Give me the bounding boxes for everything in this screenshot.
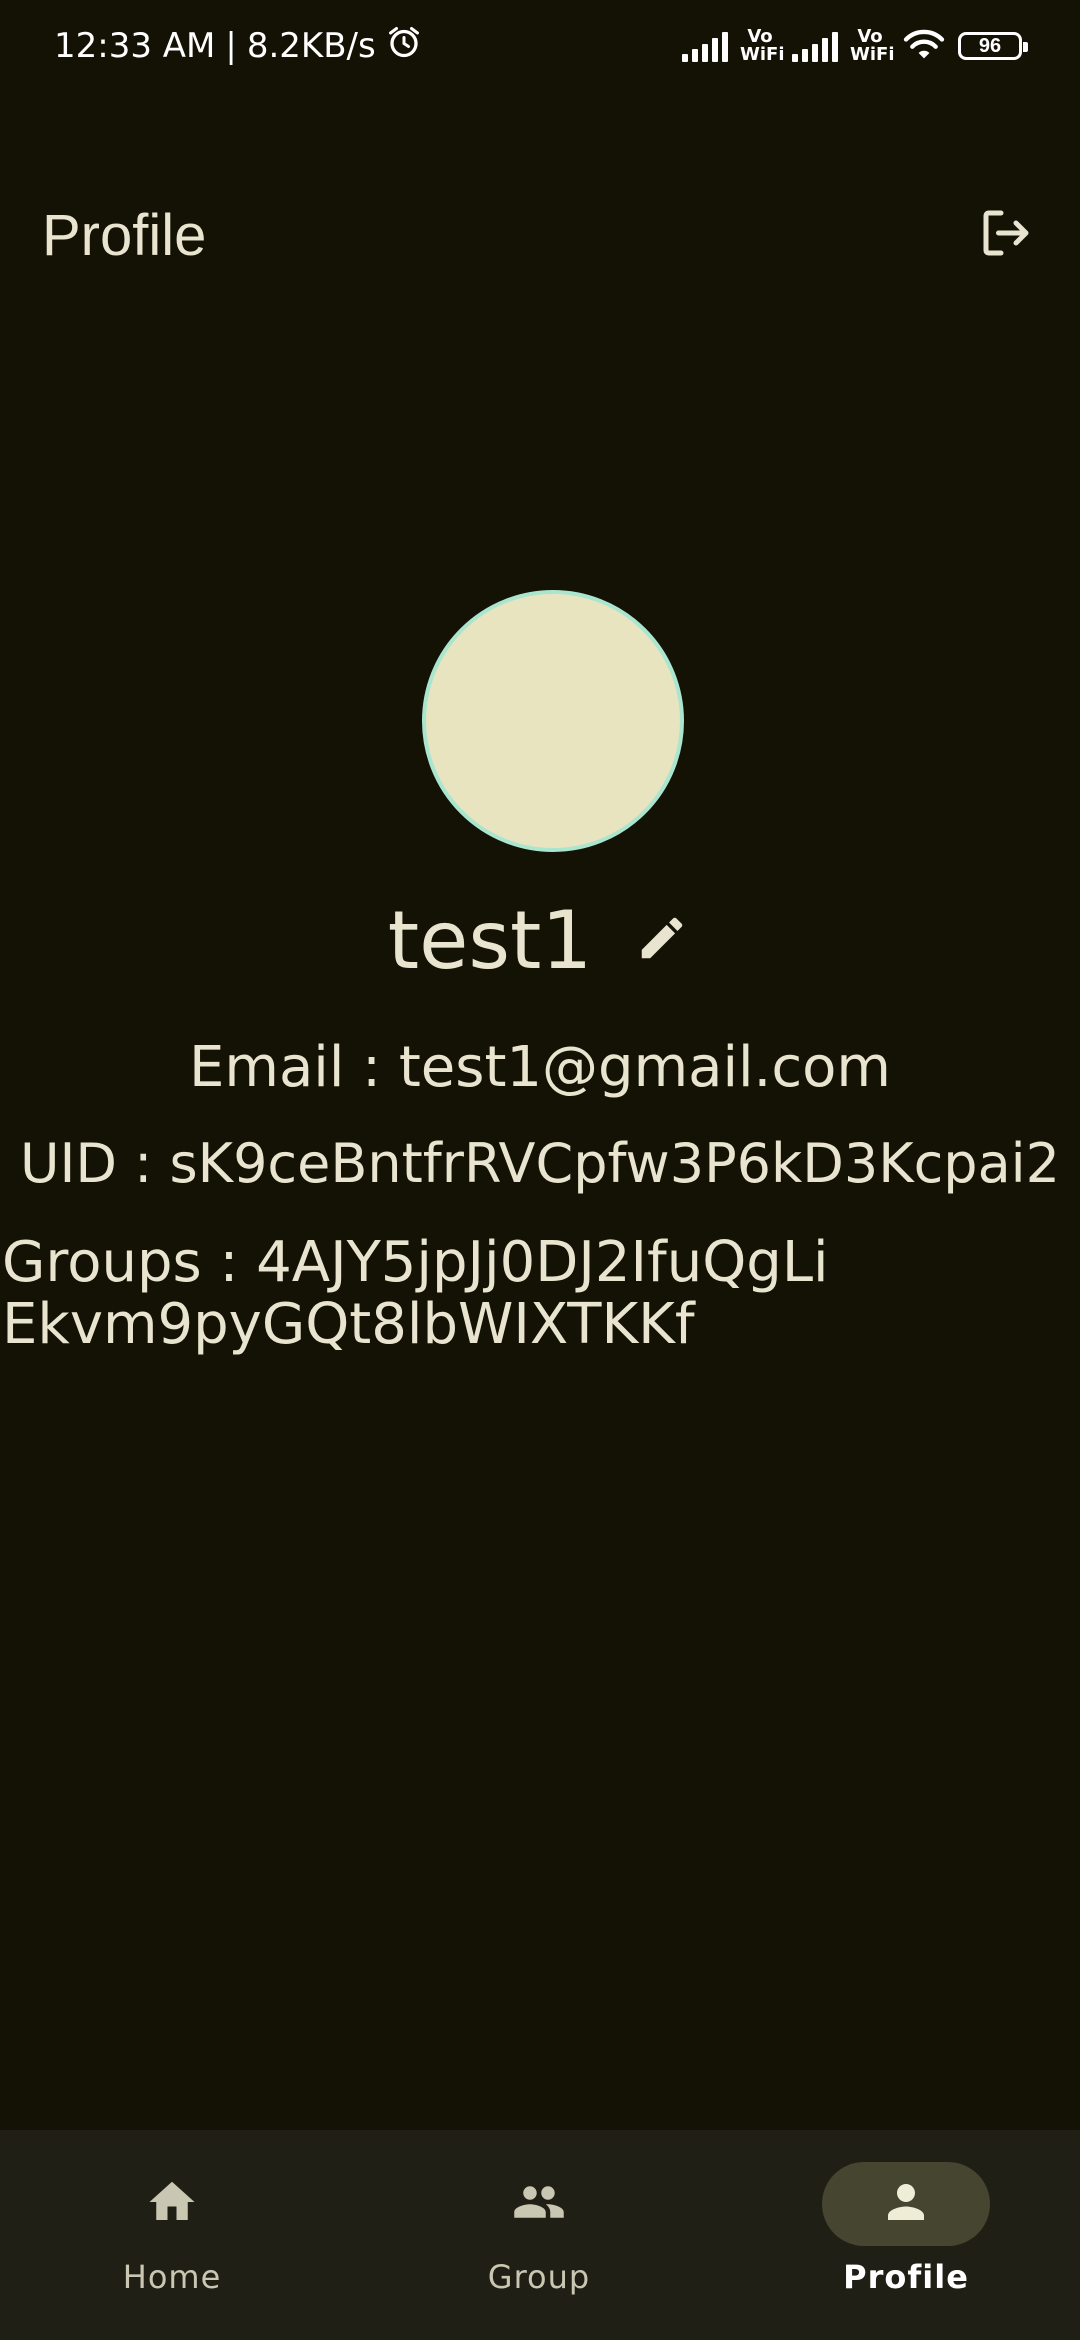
pencil-icon: [635, 911, 689, 970]
battery-level: 96: [978, 34, 1002, 57]
group-icon: [509, 2175, 569, 2234]
nav-icon-container: [822, 2162, 990, 2246]
status-bar: 12:33 AM | 8.2KB/s Vo WiFi Vo WiFi 96: [0, 0, 1080, 90]
vowifi-label: Vo WiFi: [740, 28, 785, 65]
logout-button[interactable]: [966, 200, 1046, 270]
avatar[interactable]: [422, 590, 684, 852]
page-title: Profile: [42, 203, 207, 268]
alarm-icon: [386, 24, 422, 69]
groups-line-2: Ekvm9pyGQt8lbWIXTKKf: [2, 1294, 1078, 1356]
groups-line-1: Groups : 4AJY5jpJj0DJ2IfuQgLi: [2, 1232, 1078, 1294]
home-icon: [145, 2175, 199, 2234]
wifi-icon: [902, 26, 946, 67]
person-icon: [879, 2175, 933, 2234]
nav-item-group[interactable]: Group: [439, 2162, 639, 2312]
vowifi-label: Vo WiFi: [850, 28, 895, 65]
status-net-speed: 8.2KB/s: [246, 26, 376, 66]
signal-icon: [682, 30, 728, 62]
signal-icon: [792, 30, 838, 62]
groups-text: Groups : 4AJY5jpJj0DJ2IfuQgLi Ekvm9pyGQt…: [2, 1232, 1078, 1356]
bottom-navigation: Home Group Profile: [0, 2130, 1080, 2340]
status-left: 12:33 AM | 8.2KB/s: [54, 24, 422, 68]
app-bar: Profile: [0, 180, 1080, 290]
status-separator: |: [225, 26, 237, 66]
name-row: test1: [0, 880, 1080, 1000]
user-name: test1: [387, 893, 593, 987]
nav-label-group: Group: [487, 2258, 591, 2296]
uid-text: UID : sK9ceBntfrRVCpfw3P6kD3Kcpai2: [19, 1132, 1061, 1195]
email-text: Email : test1@gmail.com: [189, 1035, 891, 1100]
vowifi-bottom: WiFi: [740, 44, 785, 65]
vowifi-bottom: WiFi: [850, 44, 895, 65]
logout-icon: [976, 203, 1036, 268]
edit-name-button[interactable]: [632, 910, 692, 970]
nav-icon-container: [88, 2162, 256, 2246]
status-time: 12:33 AM: [54, 26, 216, 66]
nav-icon-container: [455, 2162, 623, 2246]
group-id: Ekvm9pyGQt8lbWIXTKKf: [2, 1292, 695, 1357]
nav-label-profile: Profile: [843, 2258, 969, 2296]
nav-item-profile[interactable]: Profile: [806, 2162, 1006, 2312]
battery-indicator: 96: [958, 32, 1028, 60]
nav-item-home[interactable]: Home: [72, 2162, 272, 2312]
group-id: 4AJY5jpJj0DJ2IfuQgLi: [256, 1230, 829, 1295]
groups-label: Groups :: [2, 1230, 257, 1295]
status-right: Vo WiFi Vo WiFi 96: [682, 22, 1028, 70]
nav-label-home: Home: [122, 2258, 222, 2296]
